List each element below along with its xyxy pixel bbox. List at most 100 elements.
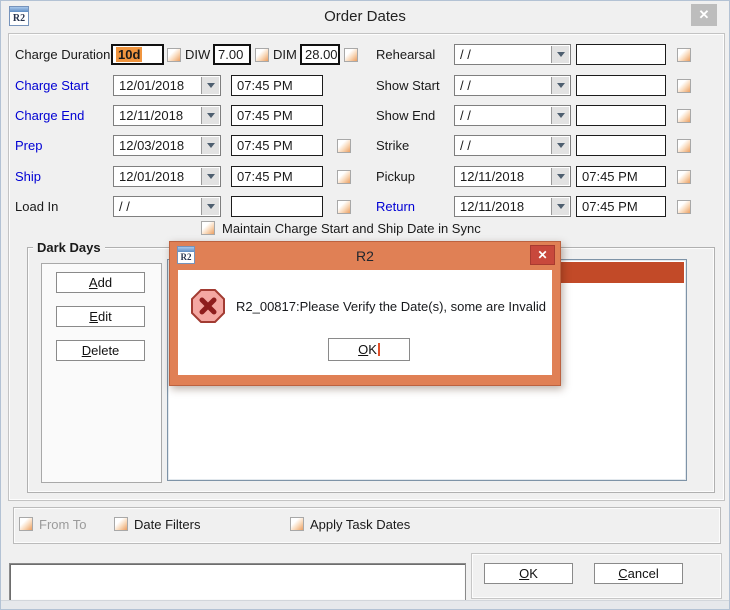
charge-end-date-value: 12/11/2018 bbox=[119, 108, 200, 123]
pickup-label: Pickup bbox=[376, 169, 415, 185]
return-date-value: 12/11/2018 bbox=[460, 199, 550, 214]
rehearsal-date-combo[interactable]: / / bbox=[454, 44, 571, 65]
show-start-date-combo[interactable]: / / bbox=[454, 75, 571, 96]
pickup-checkbox[interactable] bbox=[677, 170, 691, 184]
return-checkbox[interactable] bbox=[677, 200, 691, 214]
charge-end-label: Charge End bbox=[15, 108, 84, 124]
error-dialog-body: R2_00817:Please Verify the Date(s), some… bbox=[178, 270, 552, 375]
chevron-down-icon[interactable] bbox=[551, 46, 569, 63]
close-icon: ✕ bbox=[537, 248, 547, 262]
load-in-date-combo[interactable]: / / bbox=[113, 196, 221, 217]
chevron-down-icon[interactable] bbox=[551, 198, 569, 215]
strike-date-value: / / bbox=[460, 138, 550, 153]
rehearsal-label: Rehearsal bbox=[376, 47, 435, 63]
error-close-button[interactable]: ✕ bbox=[530, 245, 555, 265]
sync-checkbox[interactable] bbox=[201, 221, 215, 235]
ship-date-value: 12/01/2018 bbox=[119, 169, 200, 184]
strike-checkbox[interactable] bbox=[677, 139, 691, 153]
edit-button[interactable]: Edit bbox=[56, 306, 145, 327]
chevron-down-icon[interactable] bbox=[551, 77, 569, 94]
r2-icon-text: R2 bbox=[10, 12, 28, 25]
charge-start-date-value: 12/01/2018 bbox=[119, 78, 200, 93]
load-in-checkbox[interactable] bbox=[337, 200, 351, 214]
ship-checkbox[interactable] bbox=[337, 170, 351, 184]
ship-time-field[interactable]: 07:45 PM bbox=[231, 166, 323, 187]
ok-button[interactable]: OK bbox=[484, 563, 573, 584]
error-dialog-title: R2 bbox=[170, 248, 560, 264]
return-label: Return bbox=[376, 199, 415, 215]
charge-start-time-field[interactable]: 07:45 PM bbox=[231, 75, 323, 96]
rehearsal-time-field[interactable] bbox=[576, 44, 666, 65]
chevron-down-icon[interactable] bbox=[201, 168, 219, 185]
add-button[interactable]: Add bbox=[56, 272, 145, 293]
error-ok-label: OK bbox=[358, 339, 377, 360]
show-end-date-combo[interactable]: / / bbox=[454, 105, 571, 126]
error-stop-icon bbox=[190, 288, 226, 327]
pickup-date-value: 12/11/2018 bbox=[460, 169, 550, 184]
load-in-label: Load In bbox=[15, 199, 58, 215]
strike-time-field[interactable] bbox=[576, 135, 666, 156]
window-title: Order Dates bbox=[1, 8, 729, 25]
charge-duration-value: 10d bbox=[116, 47, 142, 62]
chevron-down-icon[interactable] bbox=[551, 107, 569, 124]
show-end-time-field[interactable] bbox=[576, 105, 666, 126]
ship-label: Ship bbox=[15, 169, 41, 185]
show-end-date-value: / / bbox=[460, 108, 550, 123]
return-time-field[interactable]: 07:45 PM bbox=[576, 196, 666, 217]
prep-label: Prep bbox=[15, 138, 42, 154]
r2-icon-text: R2 bbox=[178, 252, 194, 263]
r2-app-icon: R2 bbox=[177, 246, 195, 264]
charge-end-time-field[interactable]: 07:45 PM bbox=[231, 105, 323, 126]
sync-label: Maintain Charge Start and Ship Date in S… bbox=[222, 221, 481, 237]
chevron-down-icon[interactable] bbox=[551, 168, 569, 185]
charge-duration-label: Charge Duration bbox=[15, 47, 110, 63]
date-filters-label: Date Filters bbox=[134, 517, 200, 533]
show-start-time-field[interactable] bbox=[576, 75, 666, 96]
delete-button[interactable]: Delete bbox=[56, 340, 145, 361]
diw-label: DIW bbox=[185, 47, 210, 63]
order-dates-window: Order Dates R2 ✕ Charge Duration 10d DIW… bbox=[0, 0, 730, 610]
rehearsal-checkbox[interactable] bbox=[677, 48, 691, 62]
show-start-checkbox[interactable] bbox=[677, 79, 691, 93]
diw-field[interactable]: 7.00 bbox=[213, 44, 251, 65]
strike-date-combo[interactable]: / / bbox=[454, 135, 571, 156]
chevron-down-icon[interactable] bbox=[201, 77, 219, 94]
dim-label: DIM bbox=[273, 47, 297, 63]
ship-date-combo[interactable]: 12/01/2018 bbox=[113, 166, 221, 187]
diw-checkbox[interactable] bbox=[255, 48, 269, 62]
dark-days-title: Dark Days bbox=[33, 240, 105, 255]
load-in-date-value: / / bbox=[119, 199, 200, 214]
charge-start-date-combo[interactable]: 12/01/2018 bbox=[113, 75, 221, 96]
charge-duration-field[interactable]: 10d bbox=[111, 44, 164, 65]
from-to-label: From To bbox=[39, 517, 86, 533]
show-end-label: Show End bbox=[376, 108, 435, 124]
prep-time-field[interactable]: 07:45 PM bbox=[231, 135, 323, 156]
note-field[interactable] bbox=[9, 563, 466, 601]
dim-checkbox[interactable] bbox=[344, 48, 358, 62]
chevron-down-icon[interactable] bbox=[201, 198, 219, 215]
date-filters-checkbox[interactable] bbox=[114, 517, 128, 531]
charge-end-date-combo[interactable]: 12/11/2018 bbox=[113, 105, 221, 126]
dark-days-button-panel bbox=[41, 263, 162, 483]
prep-date-value: 12/03/2018 bbox=[119, 138, 200, 153]
show-end-checkbox[interactable] bbox=[677, 109, 691, 123]
pickup-date-combo[interactable]: 12/11/2018 bbox=[454, 166, 571, 187]
load-in-time-field[interactable] bbox=[231, 196, 323, 217]
prep-date-combo[interactable]: 12/03/2018 bbox=[113, 135, 221, 156]
return-date-combo[interactable]: 12/11/2018 bbox=[454, 196, 571, 217]
chevron-down-icon[interactable] bbox=[551, 137, 569, 154]
apply-task-dates-checkbox[interactable] bbox=[290, 517, 304, 531]
from-to-checkbox[interactable] bbox=[19, 517, 33, 531]
error-message: R2_00817:Please Verify the Date(s), some… bbox=[236, 299, 548, 314]
charge-start-label: Charge Start bbox=[15, 78, 89, 94]
pickup-time-field[interactable]: 07:45 PM bbox=[576, 166, 666, 187]
dim-field[interactable]: 28.00 bbox=[300, 44, 340, 65]
r2-app-icon: R2 bbox=[9, 6, 29, 26]
chevron-down-icon[interactable] bbox=[201, 137, 219, 154]
prep-checkbox[interactable] bbox=[337, 139, 351, 153]
cancel-button[interactable]: Cancel bbox=[594, 563, 683, 584]
close-button[interactable]: ✕ bbox=[691, 4, 717, 26]
chevron-down-icon[interactable] bbox=[201, 107, 219, 124]
charge-duration-checkbox[interactable] bbox=[167, 48, 181, 62]
error-ok-button[interactable]: OK bbox=[328, 338, 410, 361]
